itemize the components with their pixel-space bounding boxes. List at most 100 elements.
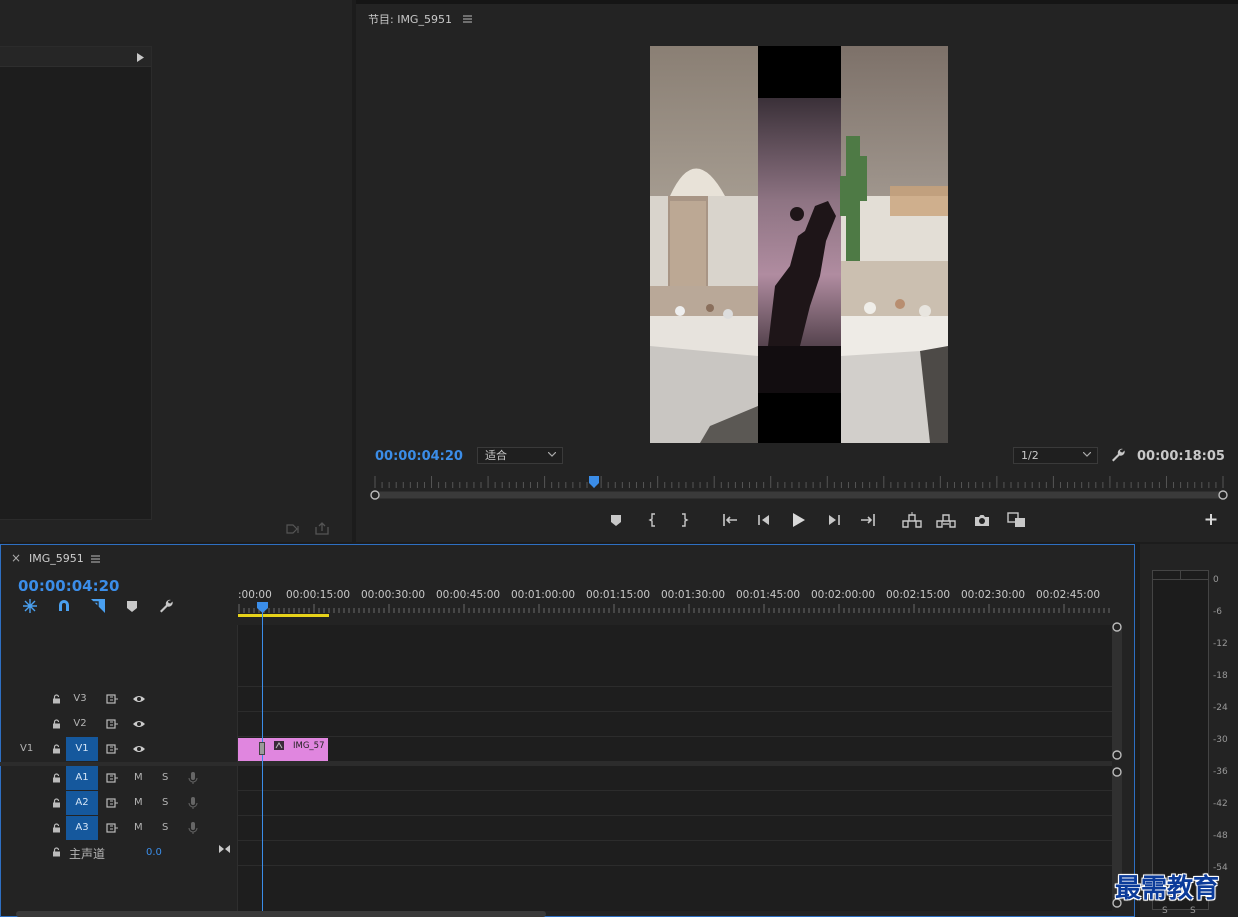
step-back-icon[interactable] bbox=[755, 511, 773, 529]
mark-out-icon[interactable] bbox=[676, 511, 694, 529]
add-marker-icon[interactable] bbox=[607, 511, 625, 529]
button-editor-plus-icon[interactable] bbox=[1203, 511, 1221, 529]
sync-lock-icon[interactable] bbox=[106, 694, 119, 704]
program-video-frame[interactable] bbox=[650, 46, 948, 443]
track-target-v1[interactable]: V1 bbox=[66, 737, 98, 761]
timeline-settings-wrench-icon[interactable] bbox=[158, 598, 174, 614]
source-patch-v1[interactable]: V1 bbox=[20, 737, 33, 761]
watermark-logo: 最需教育 bbox=[1115, 874, 1220, 904]
nest-sequence-icon[interactable] bbox=[22, 598, 38, 614]
solo-button-a3[interactable]: S bbox=[162, 816, 168, 840]
linked-selection-icon[interactable] bbox=[90, 598, 106, 614]
extract-icon[interactable] bbox=[935, 511, 957, 529]
close-tab-button[interactable]: × bbox=[11, 551, 21, 565]
lock-icon[interactable] bbox=[52, 847, 61, 857]
track-lane-a2[interactable] bbox=[238, 791, 1112, 816]
program-title[interactable]: 节目: IMG_5951 bbox=[368, 11, 452, 27]
export-frame-camera-icon[interactable] bbox=[973, 511, 991, 529]
track-lane-v3[interactable] bbox=[238, 687, 1112, 712]
track-target-a2[interactable]: A2 bbox=[66, 791, 98, 815]
lock-icon[interactable] bbox=[52, 719, 61, 729]
track-lane-a1[interactable] bbox=[238, 766, 1112, 791]
microphone-icon[interactable] bbox=[188, 796, 198, 810]
solo-button-a2[interactable]: S bbox=[162, 791, 168, 815]
sync-lock-icon[interactable] bbox=[106, 798, 119, 808]
meter-db-label: -30 bbox=[1213, 735, 1228, 745]
meter-db-label: -48 bbox=[1213, 831, 1228, 841]
track-name-v3[interactable]: V3 bbox=[64, 687, 96, 711]
meter-db-label: 0 bbox=[1213, 575, 1219, 585]
lock-icon[interactable] bbox=[52, 744, 61, 754]
go-to-edit-point-icon[interactable] bbox=[218, 844, 231, 854]
audio-meter bbox=[1152, 570, 1209, 910]
sync-lock-icon[interactable] bbox=[106, 823, 119, 833]
track-lane-master[interactable] bbox=[238, 841, 1112, 866]
hamburger-icon[interactable] bbox=[463, 15, 472, 23]
scroll-handle-top[interactable] bbox=[1111, 766, 1123, 778]
eye-icon[interactable] bbox=[132, 744, 146, 754]
snap-magnet-icon[interactable] bbox=[57, 599, 71, 613]
program-time-ruler[interactable] bbox=[368, 474, 1230, 506]
step-forward-icon[interactable] bbox=[825, 511, 843, 529]
lock-icon[interactable] bbox=[52, 694, 61, 704]
track-header-a2: A2 M S bbox=[2, 791, 237, 815]
meter-db-label: -24 bbox=[1213, 703, 1228, 713]
resolution-value: 1/2 bbox=[1021, 449, 1039, 462]
microphone-icon[interactable] bbox=[188, 821, 198, 835]
go-to-in-icon[interactable] bbox=[721, 511, 739, 529]
track-name-v2[interactable]: V2 bbox=[64, 712, 96, 736]
lock-icon[interactable] bbox=[52, 773, 61, 783]
video-clip[interactable]: IMG_57 bbox=[238, 738, 328, 761]
timeline-empty-audio-area[interactable] bbox=[238, 866, 1112, 911]
timeline-timecode[interactable]: 00:00:04:20 bbox=[18, 577, 120, 595]
mute-button-a2[interactable]: M bbox=[134, 791, 143, 815]
timeline-zoom-scrollbar[interactable] bbox=[16, 911, 546, 917]
program-current-timecode[interactable]: 00:00:04:20 bbox=[375, 449, 463, 464]
project-bin bbox=[0, 46, 152, 520]
mark-in-icon[interactable] bbox=[644, 511, 662, 529]
solo-right[interactable]: S bbox=[1190, 906, 1196, 916]
compare-view-icon[interactable] bbox=[1006, 511, 1028, 529]
track-target-a3[interactable]: A3 bbox=[66, 816, 98, 840]
export-icon[interactable] bbox=[314, 522, 330, 535]
resolution-dropdown[interactable]: 1/2 bbox=[1013, 447, 1098, 464]
play-icon[interactable] bbox=[789, 511, 807, 529]
go-to-out-icon[interactable] bbox=[859, 511, 877, 529]
video-tracks-scrollbar[interactable] bbox=[1112, 625, 1122, 758]
expand-arrow-icon[interactable] bbox=[137, 53, 144, 62]
sequence-tab[interactable]: IMG_5951 bbox=[29, 552, 84, 565]
insert-audio-icon[interactable] bbox=[286, 523, 302, 535]
hamburger-icon[interactable] bbox=[91, 555, 100, 563]
track-target-a1[interactable]: A1 bbox=[66, 766, 98, 790]
timeline-playhead[interactable] bbox=[257, 602, 268, 613]
add-marker-icon[interactable] bbox=[126, 600, 138, 613]
work-area-bar[interactable] bbox=[238, 614, 329, 617]
track-lane-v2[interactable] bbox=[238, 712, 1112, 737]
zoom-dropdown[interactable]: 适合 bbox=[477, 447, 563, 464]
sync-lock-icon[interactable] bbox=[106, 773, 119, 783]
mute-button-a3[interactable]: M bbox=[134, 816, 143, 840]
mute-button-a1[interactable]: M bbox=[134, 766, 143, 790]
ruler-label: 00:02:00:00 bbox=[811, 589, 876, 601]
sync-lock-icon[interactable] bbox=[106, 719, 119, 729]
ruler-label: 00:01:45:00 bbox=[736, 589, 801, 601]
sync-lock-icon[interactable] bbox=[106, 744, 119, 754]
scroll-handle-bottom[interactable] bbox=[1111, 749, 1123, 761]
lock-icon[interactable] bbox=[52, 823, 61, 833]
eye-icon[interactable] bbox=[132, 694, 146, 704]
eye-icon[interactable] bbox=[132, 719, 146, 729]
meter-db-label: -36 bbox=[1213, 767, 1228, 777]
solo-left[interactable]: S bbox=[1162, 906, 1168, 916]
timeline-empty-area[interactable] bbox=[238, 625, 1112, 687]
settings-wrench-icon[interactable] bbox=[1110, 447, 1126, 463]
track-lane-v1[interactable] bbox=[238, 737, 1112, 762]
track-lane-a3[interactable] bbox=[238, 816, 1112, 841]
scroll-handle-top[interactable] bbox=[1111, 621, 1123, 633]
master-volume-value[interactable]: 0.0 bbox=[146, 847, 162, 858]
lift-icon[interactable] bbox=[901, 511, 923, 529]
microphone-icon[interactable] bbox=[188, 771, 198, 785]
solo-button-a1[interactable]: S bbox=[162, 766, 168, 790]
lock-icon[interactable] bbox=[52, 798, 61, 808]
program-playhead[interactable] bbox=[588, 476, 600, 488]
ruler-label: 00:02:30:00 bbox=[961, 589, 1026, 601]
